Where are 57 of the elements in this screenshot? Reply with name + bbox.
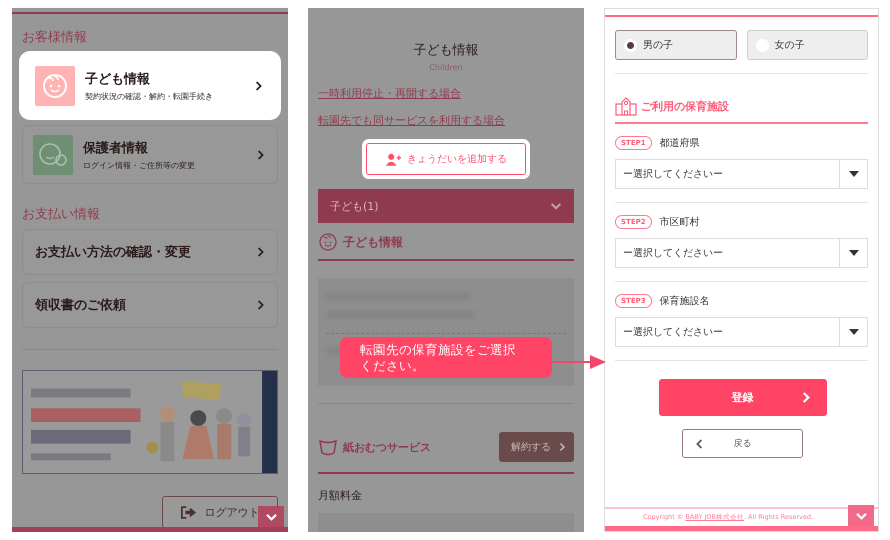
chevron-right-icon xyxy=(802,391,810,404)
back-button[interactable]: 戻る xyxy=(682,429,803,458)
step-label: 保育施設名 xyxy=(660,294,710,308)
chevron-down-icon xyxy=(264,512,278,522)
page-title: 子ども情報 xyxy=(412,42,480,59)
section-title: お客様情報 xyxy=(22,29,88,46)
chevron-right-icon xyxy=(559,442,566,452)
add-person-icon xyxy=(385,152,401,166)
card-subtitle: ログイン情報・ご住所等の変更 xyxy=(83,160,196,170)
select-field[interactable]: ー選択してくださいー xyxy=(615,238,868,268)
option-label: 女の子 xyxy=(774,39,804,52)
card-title: 子ども情報 xyxy=(85,70,151,88)
cancel-button[interactable]: 解約する xyxy=(499,432,574,462)
submit-button[interactable]: 登録 xyxy=(658,379,826,416)
child-face-icon xyxy=(318,232,338,252)
select-field[interactable]: ー選択してくださいー xyxy=(615,317,868,347)
section-title: ご利用の保育施設 xyxy=(641,98,729,114)
section-title: 紙おむつサービス xyxy=(343,440,432,454)
chevron-right-icon xyxy=(257,299,265,311)
chevron-right-icon xyxy=(257,148,265,160)
card-title: 保護者情報 xyxy=(83,140,149,156)
accordion-header[interactable]: 子ども(1) xyxy=(318,189,574,224)
accordion-label: 子ども(1) xyxy=(330,198,379,214)
child-face-icon xyxy=(35,66,75,106)
chevron-left-icon xyxy=(695,438,703,450)
chevron-right-icon xyxy=(257,246,265,258)
option-label: 男の子 xyxy=(643,39,673,52)
menu-card[interactable]: 領収書のご依頼 xyxy=(22,282,278,328)
card-title: お支払い方法の確認・変更 xyxy=(35,244,192,261)
scroll-top-button[interactable] xyxy=(258,506,284,528)
chevron-right-icon xyxy=(255,80,263,92)
fee-label: 月額料金 xyxy=(318,488,363,503)
select-field[interactable]: ー選択してくださいー xyxy=(615,159,868,189)
arrow-icon xyxy=(550,354,606,370)
menu-card[interactable]: 保護者情報 ログイン情報・ご住所等の変更 xyxy=(22,125,278,184)
caret-down-icon xyxy=(848,250,858,256)
card-title: 領収書のご依頼 xyxy=(35,297,127,314)
scroll-top-button[interactable] xyxy=(848,505,874,527)
gender-option[interactable]: 男の子 xyxy=(615,30,736,60)
school-building-icon xyxy=(615,96,637,116)
diaper-icon xyxy=(318,437,338,457)
page-subtitle: Children xyxy=(428,63,464,72)
parent-child-icon xyxy=(33,134,73,174)
section-title: 子ども情報 xyxy=(343,234,403,251)
logout-icon xyxy=(180,506,196,518)
gender-option[interactable]: 女の子 xyxy=(746,30,868,60)
chevron-down-icon xyxy=(854,512,868,520)
caret-down-icon xyxy=(848,171,858,177)
menu-card[interactable]: お支払い方法の確認・変更 xyxy=(22,229,278,275)
radio-button xyxy=(624,38,637,52)
callout-bubble: 転園先の保育施設をご選択ください。 xyxy=(340,337,552,378)
card-subtitle: 契約状況の確認・解約・転園手続き xyxy=(85,90,214,102)
chevron-down-icon xyxy=(550,202,562,211)
step-label: 市区町村 xyxy=(660,216,700,229)
step-label: 都道府県 xyxy=(660,136,700,150)
caret-down-icon xyxy=(848,329,858,335)
section-title: お支払い情報 xyxy=(22,206,101,223)
